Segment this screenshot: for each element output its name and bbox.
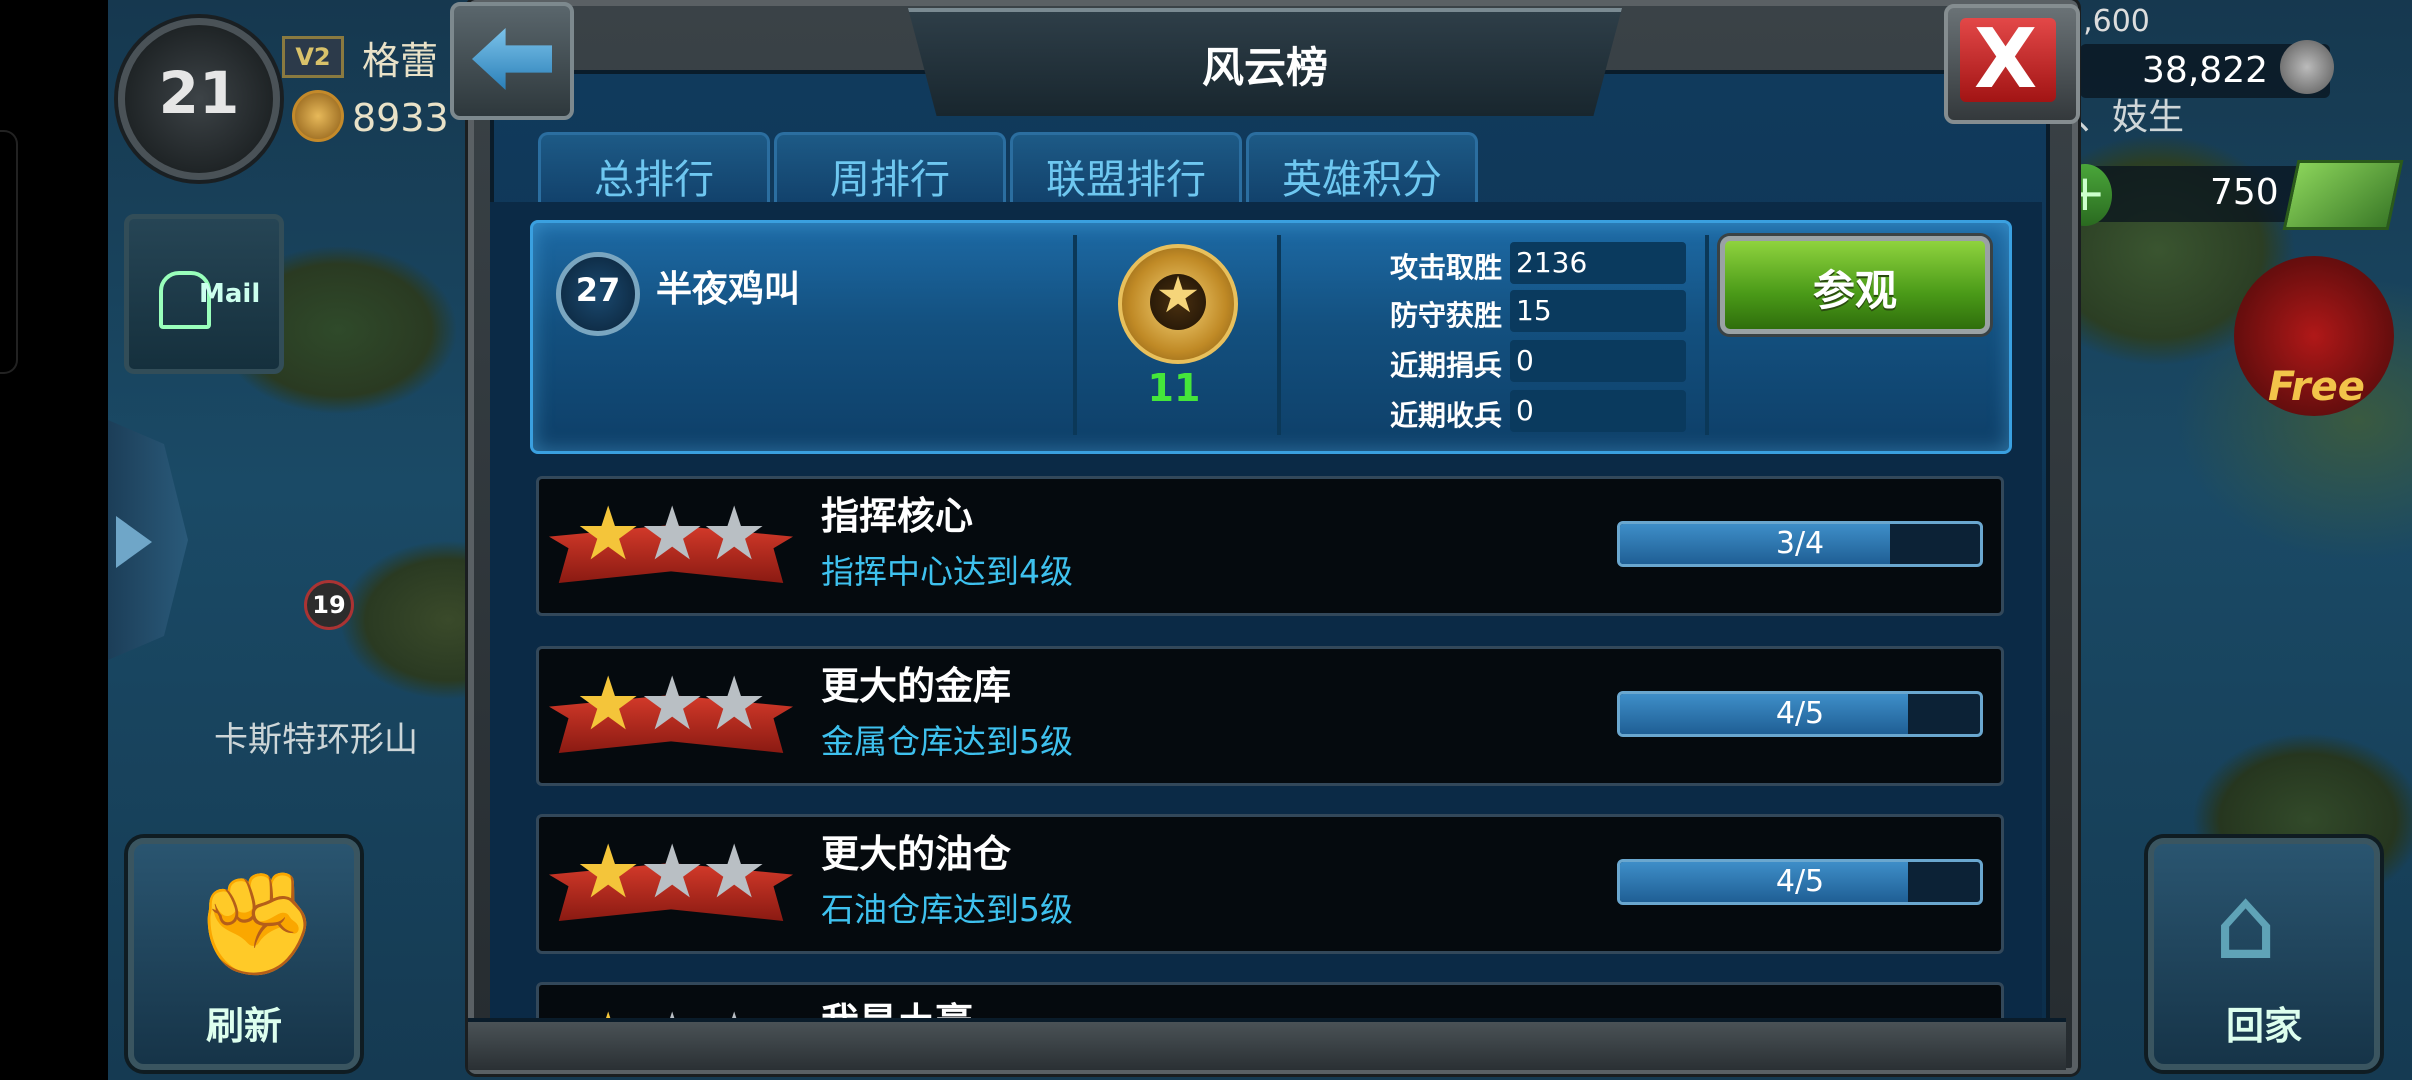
metal-coin-icon <box>2280 40 2334 94</box>
stat-value: 0 <box>1516 394 1534 427</box>
achievement-row: ★ ★ ★ 指挥核心 指挥中心达到4级 3/4 <box>536 476 2004 616</box>
star-silver-icon: ★ <box>701 829 768 915</box>
stat-label: 防守获胜 <box>1390 299 1503 332</box>
rank-medal-icon: ★ <box>1118 244 1238 364</box>
tab-overall[interactable]: 总排行 <box>538 132 770 207</box>
achievement-title: 指挥核心 <box>821 494 974 538</box>
stat-value-box: 0 <box>1510 390 1686 432</box>
achievement-title: 更大的金库 <box>821 664 1012 708</box>
achievement-progress-bar: 3/4 <box>1617 521 1983 567</box>
home-label: 回家 <box>2225 1004 2302 1048</box>
stat-label: 攻击取胜 <box>1390 251 1503 284</box>
home-button[interactable]: ⌂ 回家 <box>2148 838 2380 1070</box>
progress-text: 3/4 <box>1775 526 1825 561</box>
dialog-bottom-rim <box>468 1018 2066 1070</box>
map-node-level: 19 <box>312 591 346 619</box>
free-gift-button[interactable]: Free <box>2234 256 2394 416</box>
progress-text: 4/5 <box>1775 864 1825 899</box>
refresh-label: 刷新 <box>205 1004 282 1048</box>
cash-amount: 750 <box>2210 172 2279 213</box>
star-gold-icon: ★ <box>575 829 642 915</box>
vip-badge[interactable]: V2 <box>282 36 344 78</box>
fist-icon: ✊ <box>194 865 319 982</box>
player-level-badge: 27 <box>556 252 640 336</box>
achievement-row: ★ ★ ★ 更大的油仓 石油仓库达到5级 4/5 <box>536 814 2004 954</box>
stat-label: 近期收兵 <box>1390 399 1503 432</box>
tab-label: 周排行 <box>830 157 950 203</box>
close-icon: X <box>1974 12 2038 107</box>
score-medal-icon <box>292 90 344 142</box>
tab-label: 总排行 <box>594 157 714 203</box>
close-button[interactable]: X <box>1944 4 2080 124</box>
metal-amount: 38,822 <box>2142 50 2268 91</box>
map-node-level-badge[interactable]: 19 <box>304 580 354 630</box>
chat-snippet: 、妓生 <box>2076 97 2185 138</box>
mail-label: Mail <box>199 279 261 309</box>
stat-value-box: 2136 <box>1510 242 1686 284</box>
tab-label: 联盟排行 <box>1046 157 1206 203</box>
achievement-desc: 金属仓库达到5级 <box>821 722 1073 761</box>
visit-button[interactable]: 参观 <box>1720 236 1990 334</box>
player-rank: 11 <box>1147 366 1201 410</box>
player-card-level: 27 <box>575 271 621 309</box>
stat-value-box: 0 <box>1510 340 1686 382</box>
star-silver-icon: ★ <box>701 491 768 577</box>
arrow-right-icon <box>116 516 152 568</box>
star-silver-icon: ★ <box>639 491 706 577</box>
mail-button[interactable]: Mail <box>124 214 284 374</box>
stat-value: 0 <box>1516 344 1534 377</box>
free-label: Free <box>2268 364 2365 410</box>
achievement-progress-bar: 4/5 <box>1617 859 1983 905</box>
stat-label: 近期捐兵 <box>1390 349 1503 382</box>
hud-player-name: 格蕾 <box>362 39 439 83</box>
refresh-button[interactable]: ✊ 刷新 <box>128 838 360 1070</box>
stat-value: 2136 <box>1516 246 1588 279</box>
achievement-row: ★ ★ ★ 更大的金库 金属仓库达到5级 4/5 <box>536 646 2004 786</box>
stat-value: 15 <box>1516 294 1552 327</box>
cash-stack-icon <box>2282 160 2404 230</box>
stat-value-box: 15 <box>1510 290 1686 332</box>
tab-hero-points[interactable]: 英雄积分 <box>1246 132 1478 207</box>
player-level: 21 <box>158 59 240 127</box>
star-gold-icon: ★ <box>575 661 642 747</box>
achievement-desc: 指挥中心达到4级 <box>821 552 1073 591</box>
star-silver-icon: ★ <box>639 829 706 915</box>
player-level-ring: 21 <box>118 18 280 180</box>
tab-label: 英雄积分 <box>1282 157 1442 203</box>
achievement-progress-bar: 4/5 <box>1617 691 1983 737</box>
star-gold-icon: ★ <box>575 491 642 577</box>
progress-text: 4/5 <box>1775 696 1825 731</box>
achievement-title: 更大的油仓 <box>821 832 1012 876</box>
visit-label: 参观 <box>1812 266 1897 315</box>
star-silver-icon: ★ <box>701 661 768 747</box>
dialog-title: 风云榜 <box>1201 43 1328 92</box>
tab-weekly[interactable]: 周排行 <box>774 132 1006 207</box>
player-card-name: 半夜鸡叫 <box>656 269 801 310</box>
dialog-title-plate: 风云榜 <box>908 8 1622 116</box>
arrow-left-icon <box>472 28 552 90</box>
screen-left-edge <box>0 0 108 1080</box>
hud-score: 8933 <box>352 96 449 140</box>
map-node-name[interactable]: 卡斯特环形山 <box>214 712 418 761</box>
achievement-desc: 石油仓库达到5级 <box>821 890 1073 929</box>
back-button[interactable] <box>450 2 574 120</box>
tab-alliance[interactable]: 联盟排行 <box>1010 132 1242 207</box>
star-silver-icon: ★ <box>639 661 706 747</box>
home-icon: ⌂ <box>2214 865 2278 982</box>
